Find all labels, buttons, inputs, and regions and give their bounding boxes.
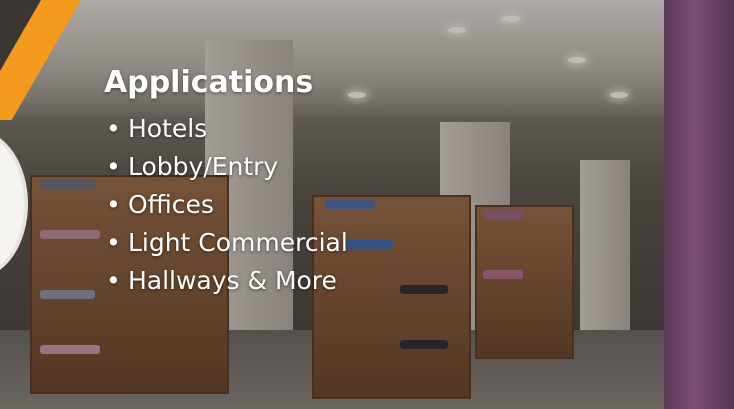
- text-block: Applications • Hotels • Lobby/Entry • Of…: [104, 62, 348, 300]
- bullet-item-hotels: • Hotels: [104, 110, 348, 148]
- bullet-item-offices: • Offices: [104, 186, 348, 224]
- bullet-dot-icon: •: [106, 228, 121, 257]
- bullet-label: Light Commercial: [127, 228, 348, 257]
- bullet-dot-icon: •: [106, 114, 121, 143]
- bullet-dot-icon: •: [106, 266, 121, 295]
- bullet-label: Offices: [127, 190, 214, 219]
- bullet-item-lobby-entry: • Lobby/Entry: [104, 148, 348, 186]
- slide-heading: Applications: [104, 65, 314, 100]
- bullet-label: Hotels: [127, 114, 208, 143]
- purple-curtain: [664, 0, 734, 409]
- bullet-list: • Hotels • Lobby/Entry • Offices • Light…: [104, 110, 348, 300]
- bullet-label: Hallways & More: [127, 266, 337, 295]
- bullet-item-hallways-more: • Hallways & More: [104, 262, 348, 300]
- bullet-dot-icon: •: [106, 190, 121, 219]
- bullet-label: Lobby/Entry: [127, 152, 279, 181]
- bullet-dot-icon: •: [106, 152, 121, 181]
- bullet-item-light-commercial: • Light Commercial: [104, 224, 348, 262]
- slide: Applications • Hotels • Lobby/Entry • Of…: [0, 0, 734, 409]
